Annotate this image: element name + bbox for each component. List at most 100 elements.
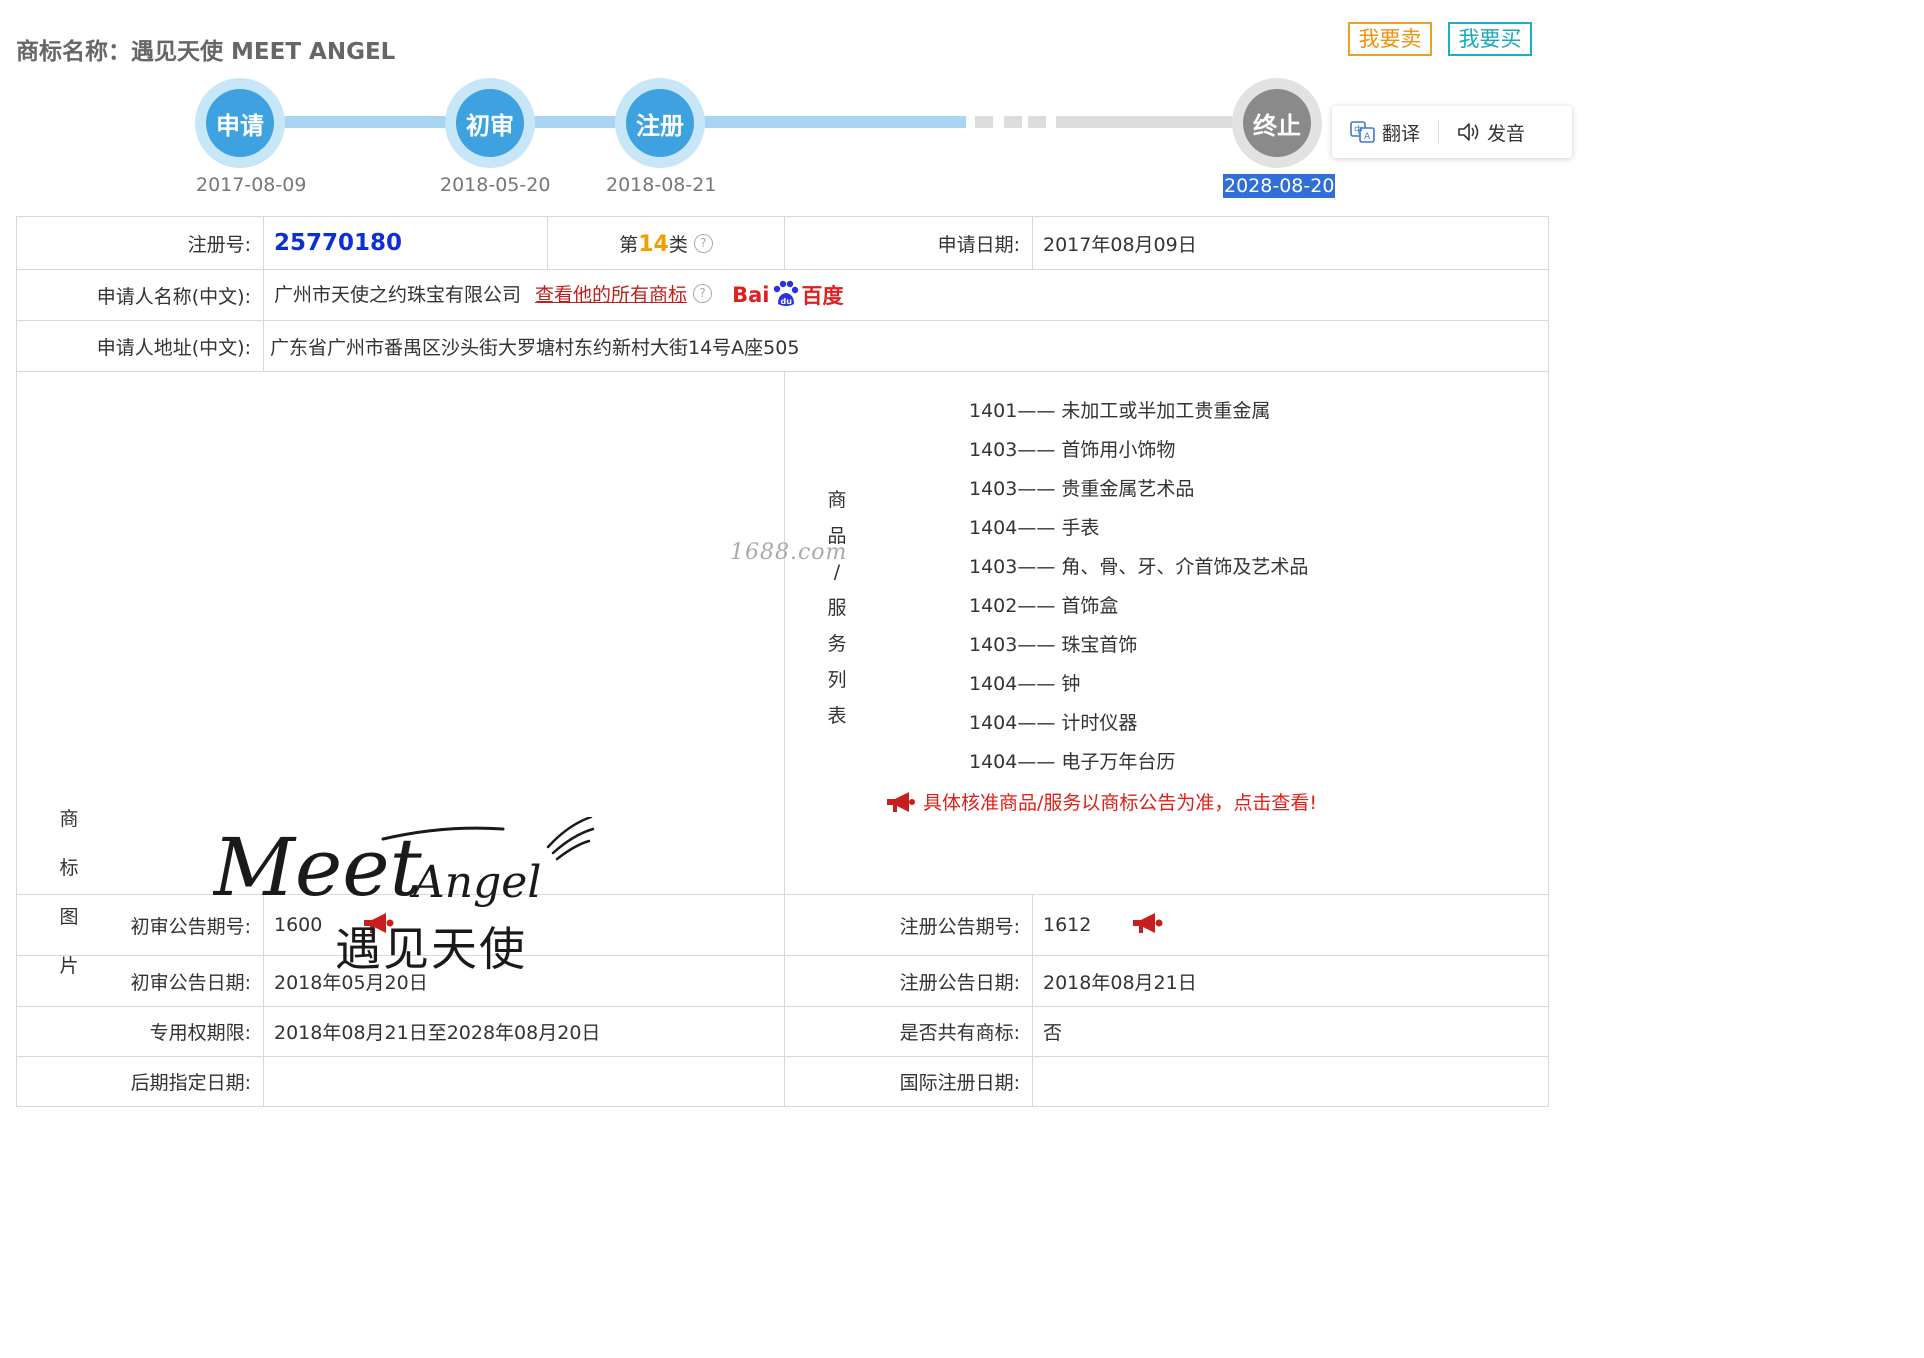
later-date-value — [263, 1056, 785, 1107]
logo-side-char: 商 — [59, 808, 79, 830]
help-icon[interactable]: ? — [693, 233, 713, 253]
baidu-paw-icon: du — [774, 281, 799, 307]
timeline-progress-line — [240, 116, 966, 128]
timeline-date-register: 2018-08-21 — [606, 174, 717, 196]
table-row: 商 标 图 片 Meet Angel 遇见天使 商 品 / 服 务 列 表 14… — [16, 371, 1549, 977]
timeline-date-apply: 2017-08-09 — [196, 174, 307, 196]
reg-no-cell: 25770180 — [263, 216, 548, 270]
logo-script-text-2: Angel — [409, 857, 541, 908]
goods-side-char: 列 — [827, 669, 847, 691]
logo-side-label: 商 标 图 片 — [57, 795, 81, 991]
baidu-text: Bai — [732, 283, 770, 308]
list-item: 1404—— 电子万年台历 — [969, 751, 1176, 773]
svg-text:du: du — [781, 297, 793, 306]
list-item: 1404—— 钟 — [969, 673, 1081, 695]
goods-side-char: 商 — [827, 489, 847, 511]
megaphone-icon — [887, 791, 915, 812]
intl-date-value — [1032, 1056, 1549, 1107]
timeline-node-label: 注册 — [626, 89, 694, 157]
buy-button[interactable]: 我要买 — [1448, 22, 1532, 56]
svg-text:中: 中 — [1354, 124, 1363, 136]
timeline-date-end[interactable]: 2028-08-20 — [1223, 174, 1336, 198]
apply-date-value: 2017年08月09日 — [1032, 216, 1549, 270]
timeline-node-register: 注册 — [615, 78, 705, 168]
term-value: 2018年08月21日至2028年08月20日 — [263, 1006, 785, 1057]
class-prefix: 第 — [619, 233, 639, 256]
timeline-date-prelim: 2018-05-20 — [440, 174, 551, 196]
list-item: 1401—— 未加工或半加工贵重金属 — [969, 400, 1271, 422]
speaker-icon — [1457, 121, 1481, 143]
table-row: 申请人地址(中文): 广东省广州市番禺区沙头街大罗塘村东约新村大街14号A座50… — [16, 320, 1549, 372]
goods-list: 1401—— 未加工或半加工贵重金属 1403—— 首饰用小饰物 1403—— … — [969, 392, 1308, 782]
translate-popup: 中 A 翻译 发音 — [1332, 106, 1572, 158]
timeline-node-end: 终止 — [1232, 78, 1322, 168]
goods-side-char: 务 — [827, 633, 847, 655]
baidu-logo-link[interactable]: Bai du 百度 — [732, 280, 843, 310]
list-item: 1403—— 珠宝首饰 — [969, 634, 1138, 656]
sell-button[interactable]: 我要卖 — [1348, 22, 1432, 56]
page-title: 商标名称：遇见天使 MEET ANGEL — [16, 39, 396, 65]
reg-bulletin-no-label: 注册公告期号: — [784, 894, 1033, 956]
trademark-logo-image: Meet Angel 遇见天使 — [213, 817, 595, 976]
logo-cell: 商 标 图 片 Meet Angel 遇见天使 — [16, 371, 785, 977]
shared-label: 是否共有商标: — [784, 1006, 1033, 1057]
logo-cn-text: 遇见天使 — [335, 922, 527, 976]
reg-no-label: 注册号: — [16, 216, 264, 270]
timeline-dash — [975, 116, 993, 128]
timeline-dash — [1028, 116, 1046, 128]
class-suffix: 类 — [668, 233, 688, 256]
translate-icon: 中 A — [1350, 120, 1376, 144]
applicant-cell: 广州市天使之约珠宝有限公司 查看他的所有商标? Bai du 百度 — [263, 269, 1549, 321]
reg-bulletin-date-label: 注册公告日期: — [784, 955, 1033, 1007]
goods-notice-link[interactable]: 具体核准商品/服务以商标公告为准，点击查看! — [885, 788, 1317, 815]
address-label: 申请人地址(中文): — [16, 320, 264, 372]
list-item: 1403—— 贵重金属艺术品 — [969, 478, 1195, 500]
translate-label: 翻译 — [1382, 122, 1421, 145]
goods-side-char: 表 — [827, 705, 847, 727]
shared-value: 否 — [1032, 1006, 1549, 1057]
apply-date-label: 申请日期: — [784, 216, 1033, 270]
list-item: 1404—— 手表 — [969, 517, 1100, 539]
list-item: 1402—— 首饰盒 — [969, 595, 1119, 617]
table-row: 后期指定日期: 国际注册日期: — [16, 1056, 1549, 1107]
logo-side-char: 片 — [59, 955, 79, 977]
reg-bulletin-date-value: 2018年08月21日 — [1032, 955, 1549, 1007]
speak-button[interactable]: 发音 — [1439, 119, 1543, 146]
reg-bulletin-no-cell: 1612 — [1032, 894, 1549, 956]
class-cell: 第14类? — [547, 216, 785, 270]
logo-side-char: 标 — [59, 857, 79, 879]
watermark-text: 1688.com — [730, 540, 848, 565]
reg-no-value: 25770180 — [274, 230, 403, 256]
timeline-node-label: 终止 — [1243, 89, 1311, 157]
baidu-text: 百度 — [801, 284, 844, 309]
timeline-node-label: 初审 — [456, 89, 524, 157]
goods-side-char: 服 — [827, 597, 847, 619]
speak-label: 发音 — [1487, 122, 1526, 145]
megaphone-icon[interactable] — [1131, 911, 1165, 940]
logo-script-text: Meet — [213, 821, 423, 914]
timeline-node-prelim: 初审 — [445, 78, 535, 168]
timeline-dash — [1004, 116, 1022, 128]
timeline-node-label: 申请 — [206, 89, 274, 157]
list-item: 1403—— 角、骨、牙、介首饰及艺术品 — [969, 556, 1309, 578]
reg-bulletin-no-value: 1612 — [1043, 913, 1092, 936]
later-date-label: 后期指定日期: — [16, 1056, 264, 1107]
svg-text:A: A — [1364, 132, 1371, 142]
trademark-info-table: 注册号: 25770180 第14类? 申请日期: 2017年08月09日 申请… — [16, 216, 1549, 1107]
applicant-value: 广州市天使之约珠宝有限公司 — [274, 283, 522, 306]
class-number: 14 — [638, 231, 669, 257]
goods-cell: 商 品 / 服 务 列 表 1401—— 未加工或半加工贵重金属 1403—— … — [784, 371, 1549, 895]
table-row: 注册号: 25770180 第14类? 申请日期: 2017年08月09日 — [16, 216, 1549, 270]
view-all-trademarks-link[interactable]: 查看他的所有商标 — [535, 284, 687, 306]
intl-date-label: 国际注册日期: — [784, 1056, 1033, 1107]
table-row: 申请人名称(中文): 广州市天使之约珠宝有限公司 查看他的所有商标? Bai du… — [16, 269, 1549, 321]
list-item: 1403—— 首饰用小饰物 — [969, 439, 1176, 461]
address-value: 广东省广州市番禺区沙头街大罗塘村东约新村大街14号A座505 — [263, 320, 1549, 372]
goods-notice-text: 具体核准商品/服务以商标公告为准，点击查看! — [923, 792, 1318, 814]
timeline-node-apply: 申请 — [195, 78, 285, 168]
help-icon[interactable]: ? — [693, 283, 713, 303]
logo-side-char: 图 — [59, 906, 79, 928]
translate-button[interactable]: 中 A 翻译 — [1332, 119, 1438, 146]
term-label: 专用权期限: — [16, 1006, 264, 1057]
applicant-label: 申请人名称(中文): — [16, 269, 264, 321]
